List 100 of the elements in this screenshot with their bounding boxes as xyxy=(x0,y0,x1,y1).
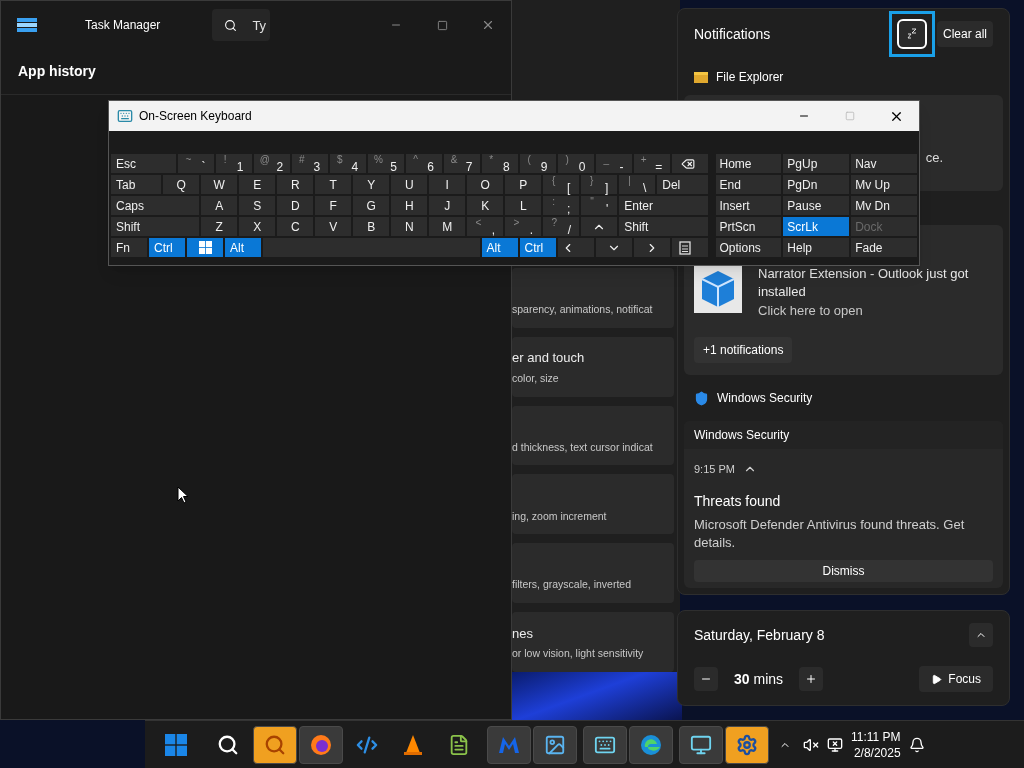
keyboard-key[interactable]: A xyxy=(200,195,239,216)
keyboard-key[interactable]: Alt xyxy=(224,237,262,258)
keyboard-key[interactable]: Alt xyxy=(480,237,519,258)
speaker-muted-icon[interactable] xyxy=(803,736,819,753)
keyboard-key[interactable]: ! 1 xyxy=(214,153,253,174)
keyboard-key[interactable]: M xyxy=(428,216,467,237)
focus-assist-button[interactable] xyxy=(889,11,935,57)
keyboard-key[interactable]: : ; xyxy=(542,195,581,216)
taskbar-app-button[interactable] xyxy=(253,725,297,764)
dismiss-button[interactable]: Dismiss xyxy=(694,560,993,582)
keyboard-key[interactable]: Help xyxy=(782,237,851,258)
keyboard-key[interactable]: ( 9 xyxy=(518,153,557,174)
keyboard-key[interactable]: Enter xyxy=(618,195,709,216)
keyboard-key[interactable]: P xyxy=(504,174,543,195)
keyboard-key[interactable]: X xyxy=(238,216,277,237)
notification-card[interactable]: Windows Security 9:15 PM Threats found Microsoft Defender Antivirus found threats. Get details. Dismiss xyxy=(684,421,1003,588)
increase-button[interactable] xyxy=(799,667,824,691)
keyboard-key[interactable]: | \ xyxy=(618,174,657,195)
settings-card[interactable]: sparency, animations, notificat xyxy=(512,268,674,328)
keyboard-key[interactable]: N xyxy=(390,216,429,237)
taskbar-app-button[interactable] xyxy=(533,725,577,764)
taskbar-app-button[interactable] xyxy=(629,725,673,764)
keyboard-key[interactable]: K xyxy=(466,195,505,216)
more-notifications-button[interactable]: +1 notifications xyxy=(694,337,793,363)
keyboard-key[interactable]: ScrLk xyxy=(782,216,851,237)
keyboard-key[interactable]: + = xyxy=(632,153,671,174)
keyboard-key[interactable]: > . xyxy=(504,216,543,237)
keyboard-key[interactable]: W xyxy=(200,174,239,195)
keyboard-key[interactable]: R xyxy=(276,174,315,195)
keyboard-key[interactable]: PgDn xyxy=(782,174,851,195)
keyboard-key[interactable]: $ 4 xyxy=(328,153,367,174)
keyboard-key[interactable]: O xyxy=(466,174,505,195)
keyboard-key[interactable] xyxy=(670,153,709,174)
keyboard-key[interactable]: Options xyxy=(714,237,783,258)
taskbar-app-button[interactable] xyxy=(725,725,769,764)
decrease-button[interactable] xyxy=(694,667,718,691)
settings-card[interactable]: nes or low vision, light sensitivity xyxy=(512,612,674,672)
keyboard-key[interactable]: Mv Up xyxy=(850,174,918,195)
keyboard-key[interactable]: Tab xyxy=(110,174,163,195)
taskbar-app-button[interactable] xyxy=(299,725,343,764)
taskbar-app-button[interactable] xyxy=(583,725,627,764)
keyboard-key[interactable]: D xyxy=(276,195,315,216)
keyboard-key[interactable]: ^ 6 xyxy=(404,153,443,174)
keyboard-key[interactable]: T xyxy=(314,174,353,195)
clear-all-button[interactable]: Clear all xyxy=(937,21,993,47)
keyboard-key[interactable]: H xyxy=(390,195,429,216)
keyboard-key[interactable]: Pause xyxy=(782,195,851,216)
clock[interactable]: 11:11 PM 2/8/2025 xyxy=(851,728,901,761)
keyboard-key[interactable]: G xyxy=(352,195,391,216)
collapse-button[interactable] xyxy=(969,623,993,647)
settings-card[interactable]: ing, zoom increment xyxy=(512,474,674,535)
keyboard-key[interactable]: Insert xyxy=(714,195,783,216)
keyboard-key[interactable]: < , xyxy=(466,216,505,237)
keyboard-key[interactable]: B xyxy=(352,216,391,237)
keyboard-key[interactable]: I xyxy=(428,174,467,195)
keyboard-key[interactable]: Q xyxy=(162,174,201,195)
keyboard-key[interactable]: ? / xyxy=(542,216,581,237)
keyboard-key[interactable]: PgUp xyxy=(782,153,851,174)
search-field[interactable]: Ty xyxy=(212,9,271,41)
bell-icon[interactable] xyxy=(908,736,925,753)
keyboard-key[interactable]: Home xyxy=(714,153,783,174)
keyboard-key[interactable]: S xyxy=(238,195,277,216)
keyboard-key[interactable]: " ' xyxy=(580,195,619,216)
keyboard-key[interactable]: ~ ` xyxy=(176,153,215,174)
keyboard-key[interactable]: ) 0 xyxy=(556,153,595,174)
keyboard-key[interactable]: { [ xyxy=(542,174,581,195)
keyboard-key[interactable]: } ] xyxy=(580,174,619,195)
keyboard-key[interactable]: Shift xyxy=(618,216,709,237)
settings-card[interactable]: er and touch color, size xyxy=(512,336,674,397)
keyboard-key[interactable]: Fn xyxy=(110,237,148,258)
keyboard-key[interactable] xyxy=(186,237,224,258)
keyboard-key[interactable]: Caps xyxy=(110,195,201,216)
settings-card[interactable]: d thickness, text cursor indicat xyxy=(512,405,674,466)
keyboard-key[interactable]: & 7 xyxy=(442,153,481,174)
keyboard-key[interactable]: PrtScn xyxy=(714,216,783,237)
keyboard-key[interactable]: U xyxy=(390,174,429,195)
keyboard-key[interactable]: Shift xyxy=(110,216,201,237)
keyboard-key[interactable]: Nav xyxy=(850,153,918,174)
keyboard-key[interactable]: L xyxy=(504,195,543,216)
keyboard-key[interactable]: Ctrl xyxy=(518,237,557,258)
keyboard-key[interactable]: _ - xyxy=(594,153,633,174)
keyboard-key[interactable]: # 3 xyxy=(290,153,329,174)
settings-card[interactable]: filters, grayscale, inverted xyxy=(512,543,674,604)
keyboard-key[interactable]: @ 2 xyxy=(252,153,291,174)
keyboard-key[interactable]: % 5 xyxy=(366,153,405,174)
keyboard-key[interactable]: E xyxy=(238,174,277,195)
taskbar-app-button[interactable] xyxy=(679,725,723,764)
keyboard-key[interactable]: Mv Dn xyxy=(850,195,918,216)
keyboard-key[interactable]: Del xyxy=(656,174,709,195)
keyboard-key[interactable]: Y xyxy=(352,174,391,195)
keyboard-key[interactable]: V xyxy=(314,216,353,237)
keyboard-key[interactable]: J xyxy=(428,195,467,216)
keyboard-key[interactable]: F xyxy=(314,195,353,216)
focus-button[interactable]: Focus xyxy=(919,666,993,692)
network-icon[interactable] xyxy=(827,736,843,753)
keyboard-key[interactable]: Ctrl xyxy=(148,237,186,258)
keyboard-key[interactable]: * 8 xyxy=(480,153,519,174)
keyboard-key[interactable]: C xyxy=(276,216,315,237)
keyboard-key[interactable]: Fade xyxy=(850,237,918,258)
keyboard-key[interactable]: Z xyxy=(200,216,239,237)
